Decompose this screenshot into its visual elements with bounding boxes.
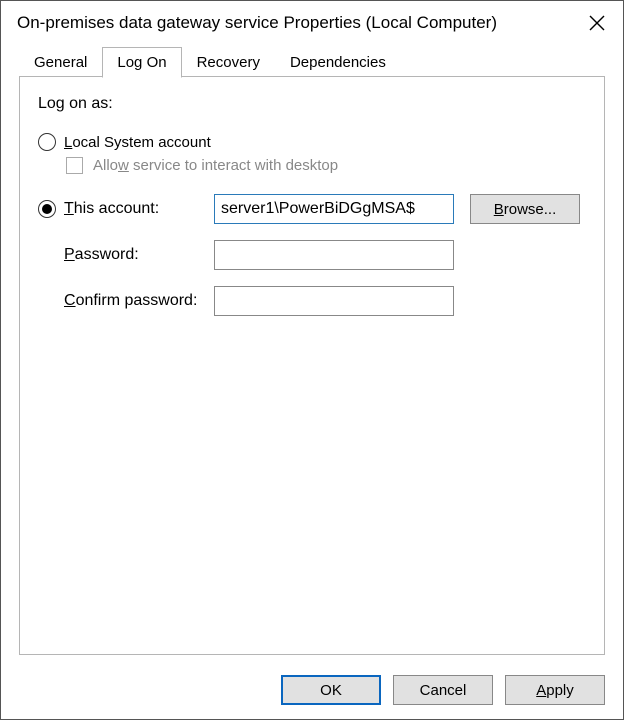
- checkbox-interact-row: Allow service to interact with desktop: [66, 157, 586, 174]
- tabstrip: General Log On Recovery Dependencies: [1, 45, 623, 77]
- properties-dialog: On-premises data gateway service Propert…: [0, 0, 624, 720]
- radio-this-account-label: This account:: [64, 200, 159, 218]
- password-label: Password:: [38, 246, 214, 264]
- cancel-button[interactable]: Cancel: [393, 675, 493, 705]
- confirm-password-input[interactable]: [214, 286, 454, 316]
- close-icon[interactable]: [585, 11, 609, 35]
- tab-general[interactable]: General: [19, 47, 102, 77]
- password-row: Password:: [38, 240, 586, 270]
- checkbox-interact: [66, 157, 83, 174]
- this-account-row: This account: Browse...: [38, 194, 586, 224]
- checkbox-interact-label: Allow service to interact with desktop: [93, 157, 338, 174]
- radio-local-system-row: Local System account: [38, 133, 586, 151]
- logon-as-label: Log on as:: [38, 95, 586, 113]
- tab-logon[interactable]: Log On: [102, 47, 181, 78]
- tabpanel-logon: Log on as: Local System account Allow se…: [19, 77, 605, 655]
- apply-button[interactable]: Apply: [505, 675, 605, 705]
- account-input[interactable]: [214, 194, 454, 224]
- browse-button[interactable]: Browse...: [470, 194, 580, 224]
- radio-local-system-label: Local System account: [64, 134, 211, 151]
- confirm-password-label: Confirm password:: [38, 292, 214, 310]
- ok-button[interactable]: OK: [281, 675, 381, 705]
- radio-this-account[interactable]: [38, 200, 56, 218]
- titlebar: On-premises data gateway service Propert…: [1, 1, 623, 45]
- confirm-password-row: Confirm password:: [38, 286, 586, 316]
- dialog-button-bar: OK Cancel Apply: [1, 665, 623, 719]
- radio-this-account-area: This account:: [38, 200, 214, 218]
- password-input[interactable]: [214, 240, 454, 270]
- tab-dependencies[interactable]: Dependencies: [275, 47, 401, 77]
- radio-local-system[interactable]: [38, 133, 56, 151]
- window-title: On-premises data gateway service Propert…: [17, 13, 497, 33]
- tab-recovery[interactable]: Recovery: [182, 47, 275, 77]
